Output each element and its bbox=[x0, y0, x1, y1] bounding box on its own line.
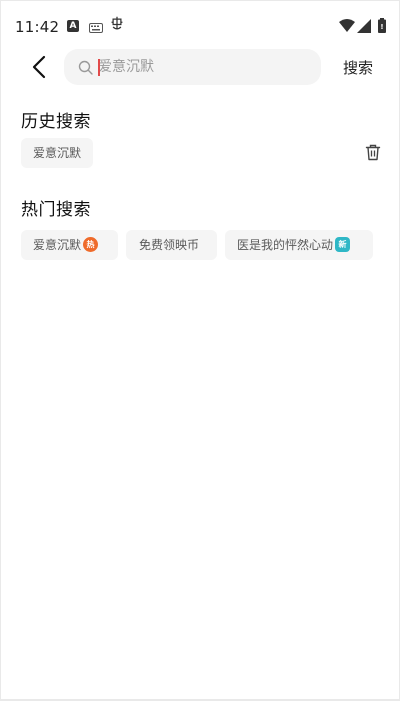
trash-icon bbox=[365, 144, 381, 161]
signal-icon bbox=[357, 19, 371, 33]
hot-badge-icon: 热 bbox=[83, 237, 99, 252]
svg-text:!: ! bbox=[380, 23, 383, 31]
hot-chip-label: 医是我的怦然心动 bbox=[237, 238, 334, 252]
clear-history-button[interactable] bbox=[365, 144, 381, 161]
hot-chip-2[interactable]: 免费领映币 bbox=[126, 230, 217, 260]
battery-icon: ! bbox=[378, 18, 386, 33]
search-input[interactable] bbox=[98, 49, 308, 85]
search-submit-button[interactable]: 搜索 bbox=[343, 57, 373, 78]
back-button[interactable] bbox=[27, 53, 53, 81]
app-notification-icon: A bbox=[67, 20, 79, 32]
screen: 11:42 A ! 爱意沉默 搜索 历史搜索 爱意沉默 热门搜索 爱意沉默 热 … bbox=[1, 1, 399, 699]
keyboard-icon bbox=[89, 23, 103, 33]
new-badge-icon: 新 bbox=[335, 237, 351, 252]
search-box[interactable] bbox=[64, 49, 321, 85]
history-section-title: 历史搜索 bbox=[21, 112, 91, 132]
text-caret bbox=[98, 59, 100, 76]
hot-chip-1[interactable]: 爱意沉默热 bbox=[21, 230, 118, 260]
hot-chip-label: 免费领映币 bbox=[139, 238, 200, 252]
search-icon bbox=[78, 60, 93, 75]
search-header: 搜索 bbox=[1, 47, 399, 87]
status-bar: 11:42 A ! bbox=[1, 1, 399, 49]
hot-section-title: 热门搜索 bbox=[21, 200, 91, 220]
hot-chip-label: 爱意沉默 bbox=[33, 238, 82, 252]
history-chip[interactable]: 爱意沉默 bbox=[21, 138, 94, 168]
wifi-icon bbox=[339, 19, 355, 32]
bug-icon bbox=[111, 16, 123, 30]
status-time: 11:42 bbox=[15, 18, 60, 36]
hot-chip-3[interactable]: 医是我的怦然心动新 bbox=[225, 230, 373, 260]
